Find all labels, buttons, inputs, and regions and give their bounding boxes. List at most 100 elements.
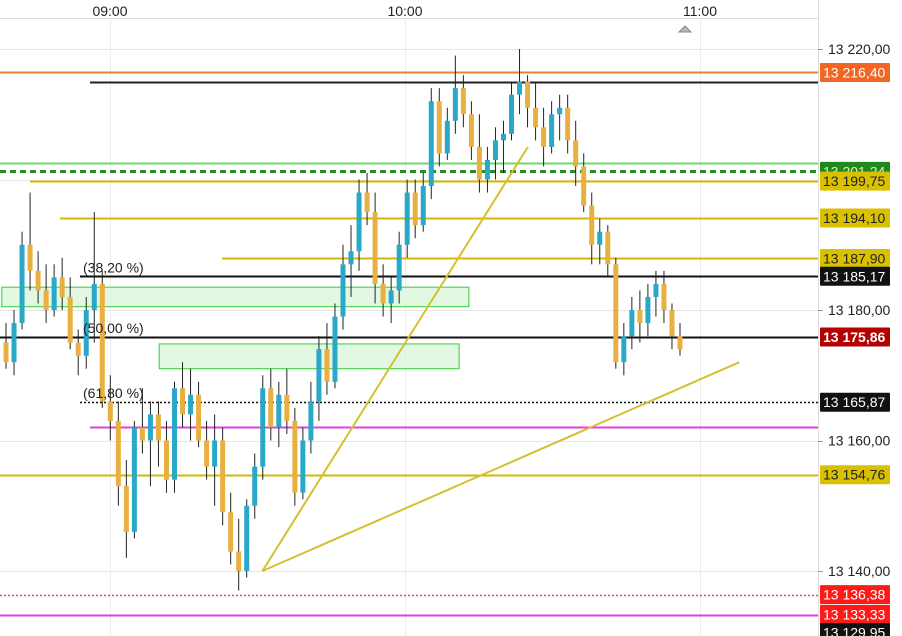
price-tick-label: 13 160,00 bbox=[828, 433, 890, 449]
candle-down bbox=[228, 512, 234, 552]
price-axis: 13 220,00 13 180,00 13 160,00 13 140,00 bbox=[818, 41, 890, 579]
candle-down bbox=[436, 101, 442, 154]
candle-down bbox=[115, 420, 121, 487]
price-tags: 13 216,4013 201,2413 199,7513 194,1013 1… bbox=[820, 62, 890, 636]
candle-down bbox=[139, 427, 145, 441]
candle-up bbox=[549, 114, 555, 147]
candle-down bbox=[292, 420, 298, 493]
candle-down bbox=[364, 192, 370, 213]
candle-up bbox=[316, 349, 322, 402]
candle-up bbox=[404, 192, 410, 245]
price-tag-label: 13 154,76 bbox=[823, 467, 885, 483]
candle-down bbox=[155, 414, 161, 441]
candle-up bbox=[300, 440, 306, 493]
price-tick-label: 13 140,00 bbox=[828, 563, 890, 579]
candle-up bbox=[653, 283, 659, 297]
candle-up bbox=[11, 323, 17, 363]
candle-down bbox=[180, 388, 186, 415]
candle-down bbox=[589, 205, 595, 245]
candle-down bbox=[268, 388, 274, 428]
candle-up bbox=[428, 101, 434, 187]
candle-down bbox=[669, 310, 675, 337]
candle-down bbox=[163, 440, 169, 480]
candle-up bbox=[492, 140, 498, 160]
candle-down bbox=[613, 264, 619, 363]
candle-up bbox=[348, 251, 354, 265]
candle-down bbox=[196, 394, 202, 441]
candle-down bbox=[3, 342, 9, 363]
candle-up bbox=[388, 290, 394, 304]
candle-down bbox=[204, 440, 210, 467]
candle-down bbox=[107, 401, 113, 421]
candle-down bbox=[67, 296, 73, 343]
price-tick-label: 13 180,00 bbox=[828, 302, 890, 318]
candle-down bbox=[123, 486, 129, 532]
candle-up bbox=[484, 159, 490, 180]
candle-down bbox=[605, 231, 611, 265]
candle-down bbox=[468, 114, 474, 147]
fib-label: (50,00 %) bbox=[83, 320, 144, 336]
candle-down bbox=[75, 342, 81, 356]
candle-down bbox=[59, 277, 65, 297]
price-tag-label: 13 165,87 bbox=[823, 394, 885, 410]
candle-down bbox=[412, 192, 418, 226]
candle-down bbox=[27, 244, 33, 271]
candle-down bbox=[581, 166, 587, 206]
price-chart[interactable]: (38,20 %) (50,00 %) (61,80 %) 09:00 10:00 11… bbox=[0, 0, 902, 636]
candle-up bbox=[260, 388, 266, 467]
candle-up bbox=[509, 94, 514, 134]
candle-down bbox=[460, 88, 466, 115]
candle-down bbox=[677, 336, 683, 350]
candle-up bbox=[51, 277, 57, 310]
candle-down bbox=[541, 127, 547, 147]
price-tag-label: 13 136,38 bbox=[823, 587, 885, 603]
candle-up bbox=[629, 310, 635, 337]
price-tag-label: 13 175,86 bbox=[823, 329, 885, 345]
candle-down bbox=[565, 107, 571, 141]
candle-up bbox=[276, 394, 282, 428]
candle-down bbox=[533, 107, 539, 128]
candle-up bbox=[356, 192, 362, 252]
price-tick-label: 13 220,00 bbox=[828, 41, 890, 57]
price-tag-label: 13 187,90 bbox=[823, 250, 885, 266]
candle-down bbox=[573, 140, 579, 167]
candle-down bbox=[236, 551, 242, 571]
candle-up bbox=[396, 244, 402, 291]
candle-up bbox=[91, 283, 97, 310]
candle-down bbox=[661, 283, 667, 310]
candle-down bbox=[220, 440, 226, 513]
candle-down bbox=[99, 283, 105, 402]
price-tag-label: 13 185,17 bbox=[823, 268, 885, 284]
candle-down bbox=[284, 394, 290, 421]
time-tick-label: 11:00 bbox=[683, 3, 717, 19]
candle-up bbox=[332, 316, 338, 382]
candle-up bbox=[188, 394, 194, 415]
price-tag-label: 13 133,33 bbox=[823, 607, 885, 623]
candle-down bbox=[637, 310, 643, 324]
candle-up bbox=[308, 401, 314, 441]
candle-up bbox=[500, 133, 506, 141]
candle-up bbox=[444, 120, 450, 154]
candle-up bbox=[420, 186, 426, 226]
candle-down bbox=[476, 146, 482, 180]
candle-up bbox=[621, 336, 627, 363]
candle-up bbox=[597, 231, 603, 245]
price-tag-label: 13 216,40 bbox=[823, 64, 885, 80]
candle-up bbox=[557, 107, 563, 115]
candle-down bbox=[43, 290, 49, 310]
time-tick-label: 10:00 bbox=[387, 3, 422, 19]
plot-area[interactable] bbox=[0, 0, 818, 636]
support-zone bbox=[158, 343, 460, 370]
candle-up bbox=[252, 466, 258, 506]
price-tag-label: 13 194,10 bbox=[823, 210, 885, 226]
price-tag-label: 13 129,95 bbox=[823, 625, 885, 636]
candle-down bbox=[35, 270, 41, 291]
candle-down bbox=[324, 349, 330, 382]
fib-label: (61,80 %) bbox=[83, 385, 144, 401]
candle-up bbox=[645, 296, 651, 324]
fib-label: (38,20 %) bbox=[83, 259, 144, 275]
candle-up bbox=[340, 264, 346, 317]
candle-down bbox=[380, 283, 386, 304]
candle-up bbox=[244, 505, 250, 571]
price-tag-label: 13 199,75 bbox=[823, 173, 885, 189]
